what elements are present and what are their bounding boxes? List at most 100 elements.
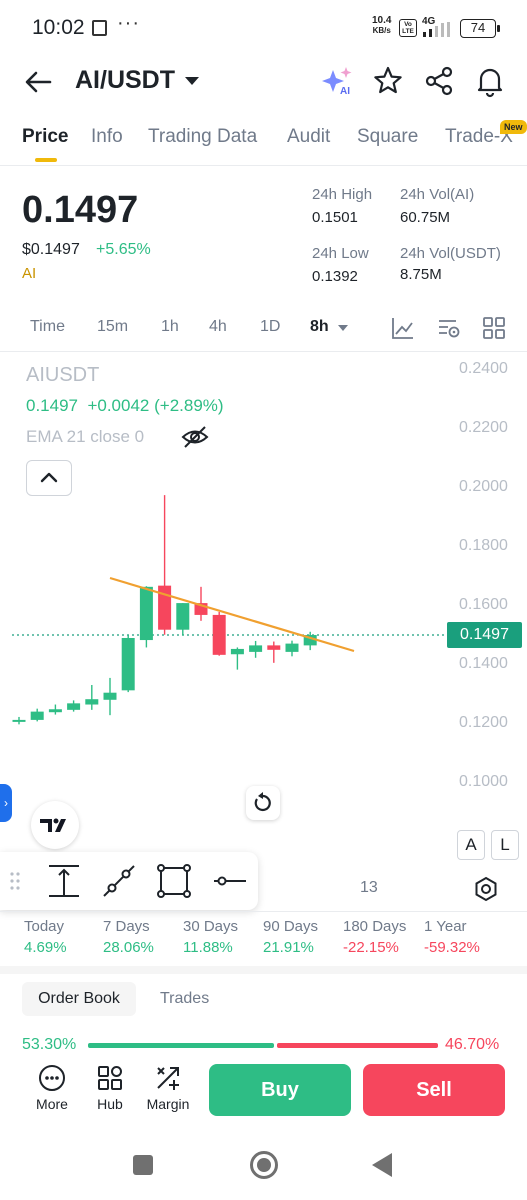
- candle-body: [249, 645, 263, 652]
- chart-symbol: AIUSDT: [26, 364, 100, 386]
- tab-square[interactable]: Square: [357, 126, 418, 148]
- dropdown-caret-icon[interactable]: [185, 77, 199, 85]
- tab-trading-data[interactable]: Trading Data: [148, 126, 257, 148]
- perf-label: Today: [24, 918, 65, 935]
- y-tick-label: 0.2000: [459, 478, 508, 495]
- y-tick-label: 0.1000: [459, 773, 508, 790]
- layout-grid-icon[interactable]: [481, 315, 507, 341]
- candle: [176, 603, 190, 636]
- bell-icon[interactable]: [473, 64, 507, 98]
- candle-body: [176, 603, 190, 630]
- eye-hidden-icon[interactable]: [180, 424, 210, 450]
- perf-value: -59.32%: [424, 939, 480, 956]
- screenshot-icon: [92, 20, 107, 36]
- perf-label: 30 Days: [183, 918, 239, 935]
- drawing-toolbar: [0, 852, 258, 910]
- refresh-icon: [254, 792, 271, 812]
- vol-quote-value: 8.75M: [400, 266, 442, 283]
- pair-title[interactable]: AI/USDT: [75, 66, 175, 95]
- candle-body: [85, 699, 99, 705]
- horizontal-line-icon[interactable]: [212, 862, 248, 900]
- settings-icon[interactable]: [436, 315, 462, 341]
- low-label: 24h Low: [312, 245, 369, 262]
- interval-time[interactable]: Time: [30, 318, 65, 336]
- hub-button[interactable]: Hub: [80, 1064, 140, 1112]
- ai-sparkle-icon[interactable]: AI: [322, 64, 356, 98]
- reset-chart-button[interactable]: [246, 786, 280, 820]
- tab-trades[interactable]: Trades: [160, 990, 209, 1008]
- rectangle-tool-icon[interactable]: [155, 862, 193, 900]
- perf-label: 1 Year: [424, 918, 467, 935]
- auto-scale-button[interactable]: A: [457, 830, 485, 860]
- chart-settings-icon[interactable]: [472, 875, 500, 903]
- buy-button[interactable]: Buy: [209, 1064, 351, 1116]
- network-speed-value: 10.4: [372, 15, 392, 26]
- vol-base-label: 24h Vol(AI): [400, 186, 475, 203]
- expand-side-panel-tab[interactable]: ›: [0, 784, 12, 822]
- y-tick-label: 0.2400: [459, 360, 508, 377]
- drag-handle-icon[interactable]: [8, 870, 22, 892]
- legend-change: +0.0042 (+2.89%): [87, 396, 224, 415]
- margin-button[interactable]: Margin: [138, 1064, 198, 1112]
- interval-caret-icon[interactable]: [338, 325, 348, 331]
- candle: [285, 640, 299, 657]
- candle: [267, 641, 281, 663]
- tab-order-book[interactable]: Order Book: [22, 982, 136, 1016]
- back-icon[interactable]: [370, 1151, 394, 1179]
- candle: [212, 611, 226, 656]
- network-speed: 10.4 KB/s: [372, 16, 391, 36]
- star-icon[interactable]: [371, 64, 405, 98]
- candle-body: [48, 709, 62, 713]
- back-arrow-icon[interactable]: [22, 66, 54, 98]
- interval-1h[interactable]: 1h: [161, 318, 179, 336]
- log-scale-button[interactable]: L: [491, 830, 519, 860]
- sell-button[interactable]: Sell: [363, 1064, 505, 1116]
- hub-grid-icon: [98, 1066, 122, 1090]
- perf-value: 28.06%: [103, 939, 154, 956]
- trendline-tool-icon[interactable]: [100, 862, 138, 900]
- y-tick-label: 0.2200: [459, 419, 508, 436]
- share-icon[interactable]: [422, 64, 456, 98]
- measure-icon[interactable]: [46, 862, 82, 900]
- legend-last-price: 0.1497: [26, 396, 78, 415]
- tab-bar: Price Info Trading Data Audit Square Tra…: [0, 120, 527, 166]
- home-icon[interactable]: [250, 1151, 278, 1179]
- candle-body: [12, 719, 26, 722]
- tab-info[interactable]: Info: [91, 126, 123, 148]
- battery-icon: 74: [460, 19, 500, 38]
- tab-price[interactable]: Price: [22, 126, 68, 148]
- vol-base-value: 60.75M: [400, 209, 451, 226]
- candle: [48, 704, 62, 715]
- perf-value: 11.88%: [183, 939, 233, 956]
- candle-body: [212, 614, 226, 655]
- bid-ratio-bar: [88, 1043, 274, 1048]
- ask-ratio-bar: [277, 1043, 438, 1048]
- candle: [103, 677, 117, 716]
- perf-label: 7 Days: [103, 918, 150, 935]
- tab-audit[interactable]: Audit: [287, 126, 330, 148]
- candle: [303, 631, 317, 651]
- more-label: More: [36, 1096, 68, 1112]
- candle: [158, 495, 172, 635]
- interval-15m[interactable]: 15m: [97, 318, 128, 336]
- more-button[interactable]: More: [22, 1064, 82, 1112]
- more-dots-circle-icon: [39, 1065, 65, 1091]
- ema-legend: EMA 21 close 0: [26, 427, 145, 446]
- interval-4h[interactable]: 4h: [209, 318, 227, 336]
- usd-price: $0.1497: [22, 241, 80, 258]
- perf-label: 90 Days: [263, 918, 319, 935]
- interval-8h[interactable]: 8h: [310, 318, 329, 336]
- indicator-icon[interactable]: [390, 315, 416, 341]
- vol-quote-label: 24h Vol(USDT): [400, 245, 501, 262]
- candle-body: [139, 586, 153, 641]
- recents-icon[interactable]: [133, 1155, 153, 1175]
- candle: [230, 647, 244, 670]
- current-price-tag: 0.1497: [447, 622, 522, 648]
- x-axis-label: 13: [360, 879, 378, 896]
- chevron-up-icon: [40, 472, 58, 483]
- tradingview-logo[interactable]: [31, 801, 79, 849]
- candle-body: [121, 637, 135, 691]
- interval-1d[interactable]: 1D: [260, 318, 280, 336]
- collapse-legend-button[interactable]: [26, 460, 72, 496]
- token-tag[interactable]: AI: [22, 265, 36, 282]
